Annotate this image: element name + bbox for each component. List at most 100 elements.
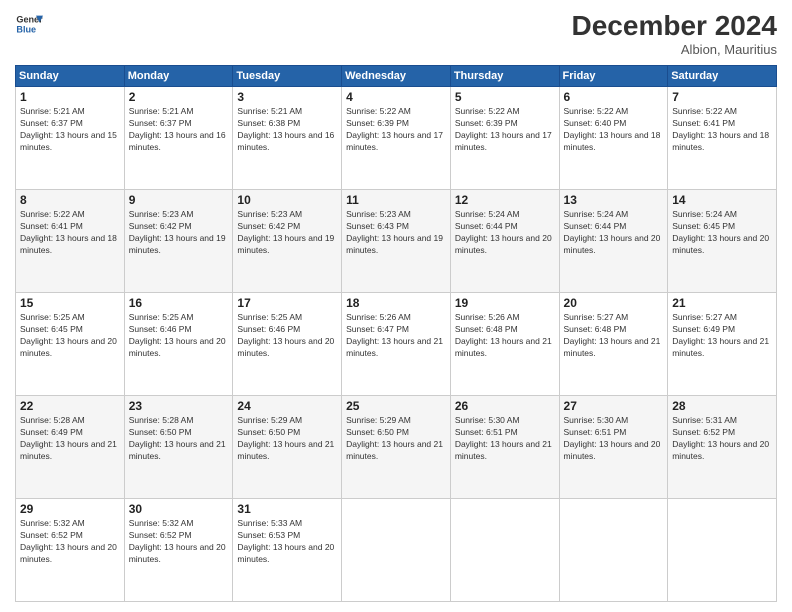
page: General Blue December 2024 Albion, Mauri…: [0, 0, 792, 612]
cell-info: Sunrise: 5:27 AMSunset: 6:48 PMDaylight:…: [564, 312, 661, 358]
cell-info: Sunrise: 5:32 AMSunset: 6:52 PMDaylight:…: [20, 518, 117, 564]
day-number: 18: [346, 296, 446, 310]
weekday-header-wednesday: Wednesday: [342, 66, 451, 87]
calendar-cell: 11 Sunrise: 5:23 AMSunset: 6:43 PMDayligh…: [342, 190, 451, 293]
weekday-header-row: SundayMondayTuesdayWednesdayThursdayFrid…: [16, 66, 777, 87]
calendar-cell: 5Sunrise: 5:22 AMSunset: 6:39 PMDaylight…: [450, 87, 559, 190]
cell-info: Sunrise: 5:25 AMSunset: 6:46 PMDaylight:…: [237, 312, 334, 358]
day-number: 7: [672, 90, 772, 104]
cell-info: Sunrise: 5:22 AMSunset: 6:40 PMDaylight:…: [564, 106, 661, 152]
calendar-cell: [342, 499, 451, 602]
day-number: 3: [237, 90, 337, 104]
cell-info: Sunrise: 5:25 AMSunset: 6:46 PMDaylight:…: [129, 312, 226, 358]
calendar-cell: 1 Sunrise: 5:21 AMSunset: 6:37 PMDaylight…: [16, 87, 125, 190]
calendar-cell: 20 Sunrise: 5:27 AMSunset: 6:48 PMDayligh…: [559, 293, 668, 396]
day-number: 6: [564, 90, 664, 104]
weekday-header-tuesday: Tuesday: [233, 66, 342, 87]
calendar-cell: 16 Sunrise: 5:25 AMSunset: 6:46 PMDayligh…: [124, 293, 233, 396]
calendar-cell: 9 Sunrise: 5:23 AMSunset: 6:42 PMDaylight…: [124, 190, 233, 293]
calendar-cell: 31 Sunrise: 5:33 AMSunset: 6:53 PMDayligh…: [233, 499, 342, 602]
week-row-3: 15 Sunrise: 5:25 AMSunset: 6:45 PMDayligh…: [16, 293, 777, 396]
calendar-cell: 7Sunrise: 5:22 AMSunset: 6:41 PMDaylight…: [668, 87, 777, 190]
day-number: 24: [237, 399, 337, 413]
cell-info: Sunrise: 5:30 AMSunset: 6:51 PMDaylight:…: [564, 415, 661, 461]
month-title: December 2024: [572, 10, 777, 42]
day-number: 21: [672, 296, 772, 310]
cell-info: Sunrise: 5:30 AMSunset: 6:51 PMDaylight:…: [455, 415, 552, 461]
cell-info: Sunrise: 5:21 AMSunset: 6:37 PMDaylight:…: [129, 106, 226, 152]
day-number: 8: [20, 193, 120, 207]
logo-icon: General Blue: [15, 10, 43, 38]
calendar-cell: [450, 499, 559, 602]
day-number: 13: [564, 193, 664, 207]
cell-info: Sunrise: 5:24 AMSunset: 6:44 PMDaylight:…: [564, 209, 661, 255]
week-row-4: 22 Sunrise: 5:28 AMSunset: 6:49 PMDayligh…: [16, 396, 777, 499]
weekday-header-friday: Friday: [559, 66, 668, 87]
day-number: 2: [129, 90, 229, 104]
cell-info: Sunrise: 5:23 AMSunset: 6:43 PMDaylight:…: [346, 209, 443, 255]
cell-info: Sunrise: 5:29 AMSunset: 6:50 PMDaylight:…: [346, 415, 443, 461]
weekday-header-saturday: Saturday: [668, 66, 777, 87]
cell-info: Sunrise: 5:31 AMSunset: 6:52 PMDaylight:…: [672, 415, 769, 461]
day-number: 20: [564, 296, 664, 310]
day-number: 15: [20, 296, 120, 310]
calendar-cell: 2 Sunrise: 5:21 AMSunset: 6:37 PMDaylight…: [124, 87, 233, 190]
cell-info: Sunrise: 5:26 AMSunset: 6:47 PMDaylight:…: [346, 312, 443, 358]
calendar-cell: 28 Sunrise: 5:31 AMSunset: 6:52 PMDayligh…: [668, 396, 777, 499]
cell-info: Sunrise: 5:26 AMSunset: 6:48 PMDaylight:…: [455, 312, 552, 358]
day-number: 28: [672, 399, 772, 413]
day-number: 14: [672, 193, 772, 207]
day-number: 26: [455, 399, 555, 413]
day-number: 25: [346, 399, 446, 413]
header: General Blue December 2024 Albion, Mauri…: [15, 10, 777, 57]
day-number: 23: [129, 399, 229, 413]
day-number: 19: [455, 296, 555, 310]
calendar-cell: 27Sunrise: 5:30 AMSunset: 6:51 PMDayligh…: [559, 396, 668, 499]
calendar-cell: [559, 499, 668, 602]
day-number: 1: [20, 90, 120, 104]
day-number: 10: [237, 193, 337, 207]
calendar-cell: 13 Sunrise: 5:24 AMSunset: 6:44 PMDayligh…: [559, 190, 668, 293]
calendar-cell: 25 Sunrise: 5:29 AMSunset: 6:50 PMDayligh…: [342, 396, 451, 499]
cell-info: Sunrise: 5:23 AMSunset: 6:42 PMDaylight:…: [237, 209, 334, 255]
calendar-cell: 26 Sunrise: 5:30 AMSunset: 6:51 PMDayligh…: [450, 396, 559, 499]
cell-info: Sunrise: 5:27 AMSunset: 6:49 PMDaylight:…: [672, 312, 769, 358]
cell-info: Sunrise: 5:24 AMSunset: 6:44 PMDaylight:…: [455, 209, 552, 255]
calendar-cell: 14 Sunrise: 5:24 AMSunset: 6:45 PMDayligh…: [668, 190, 777, 293]
calendar-cell: 29Sunrise: 5:32 AMSunset: 6:52 PMDayligh…: [16, 499, 125, 602]
day-number: 9: [129, 193, 229, 207]
calendar-cell: 18 Sunrise: 5:26 AMSunset: 6:47 PMDayligh…: [342, 293, 451, 396]
calendar-cell: 17Sunrise: 5:25 AMSunset: 6:46 PMDayligh…: [233, 293, 342, 396]
cell-info: Sunrise: 5:23 AMSunset: 6:42 PMDaylight:…: [129, 209, 226, 255]
calendar-cell: 4Sunrise: 5:22 AMSunset: 6:39 PMDaylight…: [342, 87, 451, 190]
calendar-cell: 10 Sunrise: 5:23 AMSunset: 6:42 PMDayligh…: [233, 190, 342, 293]
location: Albion, Mauritius: [572, 42, 777, 57]
day-number: 16: [129, 296, 229, 310]
week-row-5: 29Sunrise: 5:32 AMSunset: 6:52 PMDayligh…: [16, 499, 777, 602]
day-number: 22: [20, 399, 120, 413]
weekday-header-thursday: Thursday: [450, 66, 559, 87]
calendar-cell: 3 Sunrise: 5:21 AMSunset: 6:38 PMDaylight…: [233, 87, 342, 190]
week-row-1: 1 Sunrise: 5:21 AMSunset: 6:37 PMDaylight…: [16, 87, 777, 190]
cell-info: Sunrise: 5:22 AMSunset: 6:41 PMDaylight:…: [20, 209, 117, 255]
title-block: December 2024 Albion, Mauritius: [572, 10, 777, 57]
calendar-cell: [668, 499, 777, 602]
logo: General Blue: [15, 10, 43, 38]
cell-info: Sunrise: 5:25 AMSunset: 6:45 PMDaylight:…: [20, 312, 117, 358]
svg-text:Blue: Blue: [16, 24, 36, 34]
day-number: 11: [346, 193, 446, 207]
cell-info: Sunrise: 5:21 AMSunset: 6:37 PMDaylight:…: [20, 106, 117, 152]
cell-info: Sunrise: 5:21 AMSunset: 6:38 PMDaylight:…: [237, 106, 334, 152]
calendar-cell: 15 Sunrise: 5:25 AMSunset: 6:45 PMDayligh…: [16, 293, 125, 396]
cell-info: Sunrise: 5:28 AMSunset: 6:49 PMDaylight:…: [20, 415, 117, 461]
cell-info: Sunrise: 5:32 AMSunset: 6:52 PMDaylight:…: [129, 518, 226, 564]
calendar-cell: 21 Sunrise: 5:27 AMSunset: 6:49 PMDayligh…: [668, 293, 777, 396]
cell-info: Sunrise: 5:33 AMSunset: 6:53 PMDaylight:…: [237, 518, 334, 564]
day-number: 31: [237, 502, 337, 516]
calendar-cell: 22 Sunrise: 5:28 AMSunset: 6:49 PMDayligh…: [16, 396, 125, 499]
calendar-table: SundayMondayTuesdayWednesdayThursdayFrid…: [15, 65, 777, 602]
calendar-cell: 24 Sunrise: 5:29 AMSunset: 6:50 PMDayligh…: [233, 396, 342, 499]
calendar-cell: 8 Sunrise: 5:22 AMSunset: 6:41 PMDaylight…: [16, 190, 125, 293]
cell-info: Sunrise: 5:29 AMSunset: 6:50 PMDaylight:…: [237, 415, 334, 461]
cell-info: Sunrise: 5:24 AMSunset: 6:45 PMDaylight:…: [672, 209, 769, 255]
